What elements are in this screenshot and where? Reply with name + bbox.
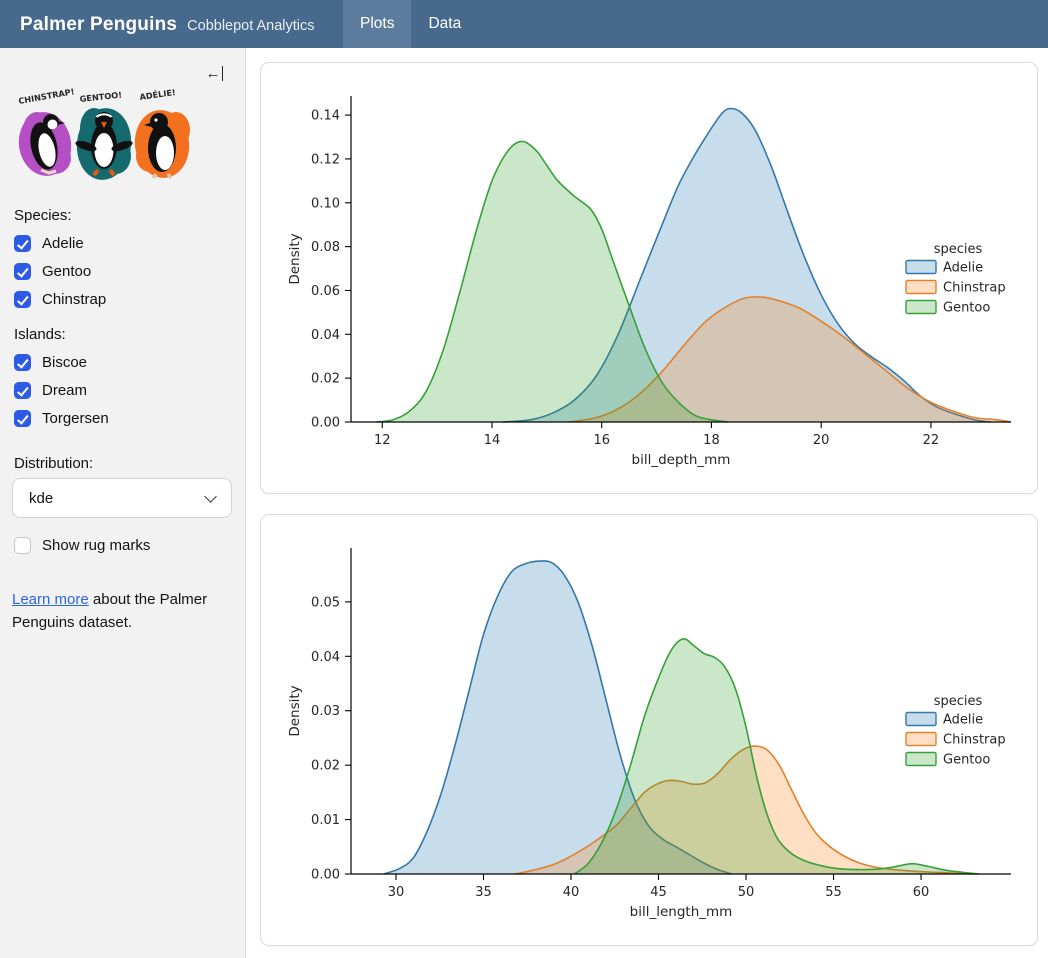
svg-text:0.04: 0.04: [311, 650, 340, 665]
svg-text:40: 40: [563, 885, 580, 900]
app-subtitle: Cobblepot Analytics: [187, 18, 314, 34]
svg-text:ADÉLIE!: ADÉLIE!: [139, 88, 177, 102]
species-group-label: Species:: [14, 207, 233, 224]
svg-text:0.10: 0.10: [311, 196, 340, 211]
checkbox-row-dream[interactable]: Dream: [14, 382, 233, 399]
app-window: Palmer Penguins Cobblepot Analytics Plot…: [0, 0, 1048, 958]
svg-text:CHINSTRAP!: CHINSTRAP!: [18, 88, 76, 106]
bill-depth-kde-chart: 12 14 16 18 20 22 0.00 0.02 0.04 0.06 0.08 0.10 0.12…: [269, 71, 1031, 485]
svg-text:45: 45: [650, 885, 667, 900]
penguins-artwork: CHINSTRAP! GENTOO!: [12, 88, 233, 189]
svg-text:0.08: 0.08: [311, 240, 340, 255]
svg-text:bill_depth_mm: bill_depth_mm: [632, 452, 731, 468]
chevron-down-icon: [204, 490, 217, 503]
brand: Palmer Penguins Cobblepot Analytics: [0, 0, 343, 48]
svg-text:0.00: 0.00: [311, 416, 340, 431]
biscoe-checkbox[interactable]: [14, 354, 31, 371]
sidebar: ← CHINSTRAP!: [0, 48, 246, 958]
chinstrap-checkbox[interactable]: [14, 291, 31, 308]
bill-length-kde-chart: 30 35 40 45 50 55 60 0.00 0.01 0.02 0.03 0.04 0.05 bi…: [269, 523, 1031, 937]
svg-text:0.14: 0.14: [311, 109, 340, 124]
svg-text:Gentoo: Gentoo: [943, 301, 990, 316]
rug-marks-label: Show rug marks: [42, 537, 150, 554]
tab-data[interactable]: Data: [411, 0, 478, 48]
checkbox-row-chinstrap[interactable]: Chinstrap: [14, 291, 233, 308]
svg-text:55: 55: [825, 885, 842, 900]
app-title: Palmer Penguins: [20, 14, 177, 36]
svg-text:species: species: [934, 694, 983, 709]
svg-text:18: 18: [703, 433, 720, 448]
svg-text:Adelie: Adelie: [943, 261, 983, 276]
svg-text:Gentoo: Gentoo: [943, 753, 990, 768]
distribution-value: kde: [29, 490, 53, 507]
dream-label: Dream: [42, 382, 87, 399]
svg-text:Density: Density: [287, 685, 303, 736]
rug-marks-row[interactable]: Show rug marks: [14, 537, 233, 554]
svg-text:GENTOO!: GENTOO!: [79, 90, 122, 104]
gentoo-label: Gentoo: [42, 263, 91, 280]
svg-text:0.03: 0.03: [311, 704, 340, 719]
svg-text:0.06: 0.06: [311, 284, 340, 299]
learn-more-link[interactable]: Learn more: [12, 591, 89, 608]
svg-text:Chinstrap: Chinstrap: [943, 733, 1006, 748]
torgersen-checkbox[interactable]: [14, 410, 31, 427]
svg-text:0.02: 0.02: [311, 372, 340, 387]
dream-checkbox[interactable]: [14, 382, 31, 399]
svg-text:50: 50: [738, 885, 755, 900]
checkbox-row-torgersen[interactable]: Torgersen: [14, 410, 233, 427]
svg-text:60: 60: [913, 885, 930, 900]
checkbox-row-biscoe[interactable]: Biscoe: [14, 354, 233, 371]
svg-text:20: 20: [813, 433, 830, 448]
gentoo-illustration: GENTOO!: [73, 90, 134, 183]
adelie-illustration: ADÉLIE!: [131, 88, 193, 181]
chinstrap-label: Chinstrap: [42, 291, 106, 308]
chinstrap-illustration: CHINSTRAP!: [14, 88, 75, 180]
bill-depth-plot-card: 12 14 16 18 20 22 0.00 0.02 0.04 0.06 0.08 0.10 0.12…: [260, 62, 1038, 494]
checkbox-row-gentoo[interactable]: Gentoo: [14, 263, 233, 280]
sidebar-collapse-icon[interactable]: ←: [206, 64, 224, 82]
bill-length-plot-card: 30 35 40 45 50 55 60 0.00 0.01 0.02 0.03 0.04 0.05 bi…: [260, 514, 1038, 946]
svg-text:22: 22: [923, 433, 940, 448]
svg-text:12: 12: [374, 433, 391, 448]
checkbox-row-adelie[interactable]: Adelie: [14, 235, 233, 252]
dataset-note: Learn more about the Palmer Penguins dat…: [12, 588, 212, 635]
svg-text:Density: Density: [287, 233, 303, 284]
nav-tabs: Plots Data: [343, 0, 478, 48]
rug-marks-checkbox[interactable]: [14, 537, 31, 554]
header-bar: Palmer Penguins Cobblepot Analytics Plot…: [0, 0, 1048, 48]
adelie-checkbox[interactable]: [14, 235, 31, 252]
distribution-label: Distribution:: [14, 455, 233, 472]
biscoe-label: Biscoe: [42, 354, 87, 371]
main-content: 12 14 16 18 20 22 0.00 0.02 0.04 0.06 0.08 0.10 0.12…: [247, 48, 1048, 958]
torgersen-label: Torgersen: [42, 410, 109, 427]
svg-text:Chinstrap: Chinstrap: [943, 281, 1006, 296]
svg-text:species: species: [934, 242, 983, 257]
svg-text:30: 30: [388, 885, 405, 900]
svg-text:0.04: 0.04: [311, 328, 340, 343]
svg-text:bill_length_mm: bill_length_mm: [630, 904, 733, 920]
svg-text:0.01: 0.01: [311, 813, 340, 828]
svg-text:0.02: 0.02: [311, 759, 340, 774]
tab-plots[interactable]: Plots: [343, 0, 411, 48]
svg-text:0.00: 0.00: [311, 868, 340, 883]
gentoo-checkbox[interactable]: [14, 263, 31, 280]
adelie-label: Adelie: [42, 235, 84, 252]
islands-group-label: Islands:: [14, 326, 233, 343]
svg-text:Adelie: Adelie: [943, 713, 983, 728]
svg-text:16: 16: [593, 433, 610, 448]
svg-text:0.05: 0.05: [311, 595, 340, 610]
svg-text:35: 35: [475, 885, 492, 900]
svg-text:0.12: 0.12: [311, 152, 340, 167]
svg-text:14: 14: [484, 433, 501, 448]
distribution-select[interactable]: kde: [12, 478, 232, 518]
